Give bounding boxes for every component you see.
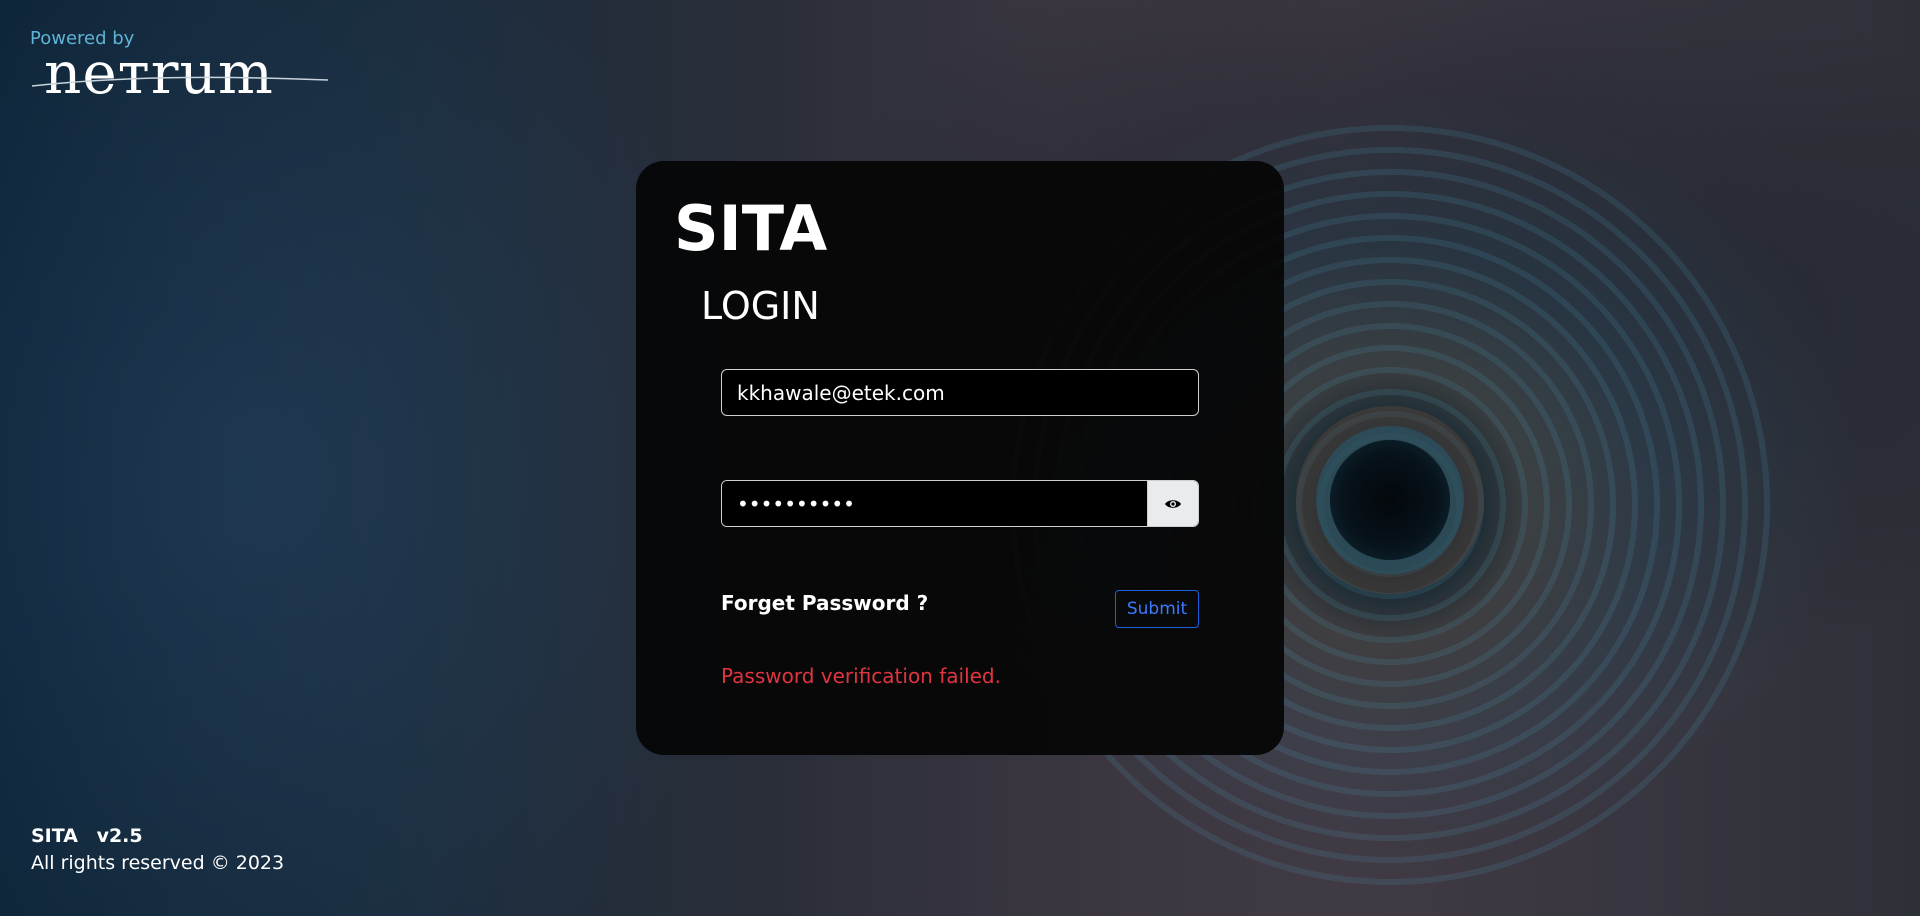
- login-page: Powered by nетrum SITA LOGIN Forget Pass…: [0, 0, 1920, 916]
- background-eye-pupil: [1330, 440, 1450, 560]
- error-message: Password verification failed.: [721, 664, 1001, 688]
- email-field[interactable]: [721, 369, 1199, 416]
- app-title: SITA: [674, 192, 828, 265]
- footer-copyright: All rights reserved © 2023: [31, 852, 285, 874]
- login-heading: LOGIN: [701, 284, 820, 328]
- eye-icon: [1165, 499, 1181, 508]
- footer: SITA v2.5 All rights reserved © 2023: [31, 823, 284, 877]
- footer-version-line: SITA v2.5: [31, 823, 284, 849]
- password-group: [721, 480, 1199, 527]
- netrum-wordmark: nетrum: [44, 44, 274, 102]
- submit-button[interactable]: Submit: [1115, 590, 1199, 628]
- footer-app-name: SITA: [31, 825, 78, 847]
- login-card: SITA LOGIN Forget Password ? Submit Pass…: [636, 161, 1284, 755]
- logo-swoosh-icon: [31, 76, 329, 87]
- netrum-wordmark-text: nетrum: [44, 39, 274, 107]
- show-password-button[interactable]: [1147, 481, 1198, 526]
- brand-logo: Powered by nетrum: [30, 28, 329, 102]
- forgot-password-link[interactable]: Forget Password ?: [721, 590, 928, 616]
- password-field[interactable]: [722, 481, 1147, 526]
- footer-version: v2.5: [96, 825, 143, 847]
